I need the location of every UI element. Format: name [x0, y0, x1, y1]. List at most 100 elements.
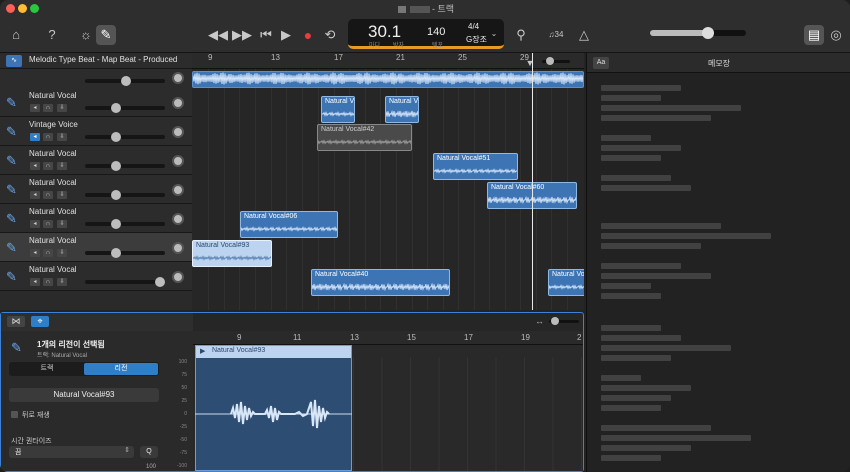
pan-knob[interactable] [172, 271, 184, 283]
input-monitor-button[interactable]: ⇩ [57, 133, 67, 141]
track-header[interactable]: ✎ Natural Vocal ◂ ∩ ⇩ [0, 88, 192, 117]
audio-region[interactable]: Natural Vocal#42 [317, 124, 412, 151]
volume-fader[interactable] [85, 76, 165, 86]
track-header[interactable] [0, 69, 192, 89]
record-button[interactable]: ● [298, 25, 318, 45]
mute-button[interactable]: ◂ [30, 278, 40, 286]
solo-button[interactable]: ∩ [43, 278, 53, 286]
track-header[interactable]: ✎ Natural Vocal ◂ ∩ ⇩ [0, 262, 192, 291]
input-monitor-button[interactable]: ⇩ [57, 162, 67, 170]
mute-button[interactable]: ◂ [30, 162, 40, 170]
volume-fader[interactable] [85, 103, 165, 113]
pan-knob[interactable] [172, 155, 184, 167]
volume-knob[interactable] [111, 103, 121, 113]
input-monitor-button[interactable]: ⇩ [57, 278, 67, 286]
input-monitor-button[interactable]: ⇩ [57, 220, 67, 228]
pan-knob[interactable] [172, 72, 184, 84]
volume-knob[interactable] [111, 190, 121, 200]
playhead-handle-icon[interactable]: ▼ [525, 58, 535, 68]
smart-controls-icon[interactable]: ☼ [76, 25, 96, 45]
tracks-area[interactable]: Natural V Natural Vo Natural Vocal#42 Natur… [192, 69, 584, 310]
pan-knob[interactable] [172, 126, 184, 138]
loops-icon[interactable]: ◎ [826, 25, 846, 45]
editor-zoom-icon[interactable]: ↔ [535, 316, 544, 326]
solo-button[interactable]: ∩ [43, 191, 53, 199]
pan-knob[interactable] [172, 213, 184, 225]
volume-knob[interactable] [155, 277, 165, 287]
solo-button[interactable]: ∩ [43, 220, 53, 228]
solo-button[interactable]: ∩ [43, 249, 53, 257]
tab-region[interactable]: 리전 [84, 363, 158, 375]
pan-knob[interactable] [172, 97, 184, 109]
tuner-icon[interactable]: ⚲ [511, 25, 531, 45]
mute-button[interactable]: ◂ [30, 191, 40, 199]
region-name-field[interactable]: Natural Vocal#93 [9, 388, 159, 402]
master-volume-knob[interactable] [702, 27, 714, 39]
fast-forward-button[interactable]: ▶▶ [232, 25, 252, 45]
tab-track[interactable]: 트랙 [10, 363, 84, 375]
volume-fader[interactable] [85, 248, 165, 258]
zoom-knob[interactable] [546, 57, 554, 65]
input-monitor-button[interactable]: ⇩ [57, 191, 67, 199]
mute-button[interactable]: ◂ [30, 133, 40, 141]
audio-region[interactable]: Natural Vo [548, 269, 584, 296]
input-monitor-button[interactable]: ⇩ [57, 249, 67, 257]
volume-fader[interactable] [85, 161, 165, 171]
solo-button[interactable]: ∩ [43, 162, 53, 170]
editor-zoom-knob[interactable] [551, 317, 559, 325]
track-header[interactable]: ✎ Vintage Voice ◂ ∩ ⇩ [0, 117, 192, 146]
metronome-icon[interactable]: △ [574, 25, 594, 45]
play-button[interactable]: ▶ [276, 25, 296, 45]
track-header[interactable]: ✎ Natural Vocal ◂ ∩ ⇩ [0, 175, 192, 204]
piano-roll-toggle-icon[interactable]: ⋈ [7, 316, 25, 327]
track-header[interactable]: ✎ Natural Vocal ◂ ∩ ⇩ [0, 204, 192, 233]
volume-fader[interactable] [85, 190, 165, 200]
volume-knob[interactable] [111, 219, 121, 229]
volume-knob[interactable] [111, 248, 121, 258]
volume-knob[interactable] [111, 132, 121, 142]
editor-ruler[interactable]: 9 11 13 15 17 19 2 [193, 331, 583, 345]
help-icon[interactable]: ? [42, 25, 62, 45]
track-header[interactable]: ✎ Natural Vocal ◂ ∩ ⇩ [0, 233, 192, 262]
library-icon[interactable]: ⌂ [6, 25, 26, 45]
audio-region[interactable]: Natural Vocal#51 [433, 153, 518, 180]
track-editor-icon[interactable]: ⌖ [31, 316, 49, 327]
volume-fader[interactable] [85, 277, 165, 287]
audio-region[interactable]: Natural Vocal#06 [240, 211, 338, 238]
audio-region[interactable]: Natural Vocal#93 [192, 240, 272, 267]
reverse-checkbox[interactable] [11, 411, 18, 418]
notepad-text-area[interactable] [587, 73, 850, 472]
notepad-icon[interactable]: ▤ [804, 25, 824, 45]
volume-knob[interactable] [121, 76, 131, 86]
editors-icon[interactable]: ✎ [96, 25, 116, 45]
audio-region[interactable]: Natural V [321, 96, 355, 123]
quantize-button[interactable]: Q [140, 446, 158, 458]
cycle-button[interactable]: ⟲ [320, 25, 340, 45]
mute-button[interactable]: ◂ [30, 249, 40, 257]
lcd-display[interactable]: 30.1 마디 박자 140 템포 4/4 G장조 ⌄ [348, 19, 504, 49]
editor-waveform-area[interactable]: ▶ Natural Vocal#93 100 75 50 25 0 -25 -50 -75 -… [177, 345, 583, 471]
volume-fader[interactable] [85, 219, 165, 229]
timeline-ruler[interactable]: 9 13 17 21 25 29 ▼ [192, 53, 584, 69]
playhead[interactable] [532, 53, 533, 310]
mute-button[interactable]: ◂ [30, 220, 40, 228]
zoom-slider[interactable] [542, 57, 570, 65]
mute-button[interactable]: ◂ [30, 104, 40, 112]
pan-knob[interactable] [172, 242, 184, 254]
pan-knob[interactable] [172, 184, 184, 196]
master-volume-slider[interactable] [650, 27, 746, 39]
audio-region[interactable]: Natural Vocal#40 [311, 269, 450, 296]
count-in-icon[interactable]: ♫34 [544, 25, 568, 45]
rewind-button[interactable]: ◀◀ [208, 25, 228, 45]
quantize-select[interactable]: 끔 ⇕ [9, 446, 134, 458]
track-header[interactable]: ✎ Natural Vocal ◂ ∩ ⇩ [0, 146, 192, 175]
volume-knob[interactable] [111, 161, 121, 171]
volume-fader[interactable] [85, 132, 165, 142]
track-header[interactable]: ∿ Melodic Type Beat - Map Beat - Produce… [0, 55, 192, 69]
editor-zoom-slider[interactable] [549, 317, 579, 325]
solo-button[interactable]: ∩ [43, 104, 53, 112]
lcd-menu-chevron-icon[interactable]: ⌄ [488, 24, 500, 44]
audio-region[interactable]: Natural Vo [385, 96, 419, 123]
input-monitor-button[interactable]: ⇩ [57, 104, 67, 112]
go-to-beginning-button[interactable]: ⏮ [256, 25, 276, 45]
